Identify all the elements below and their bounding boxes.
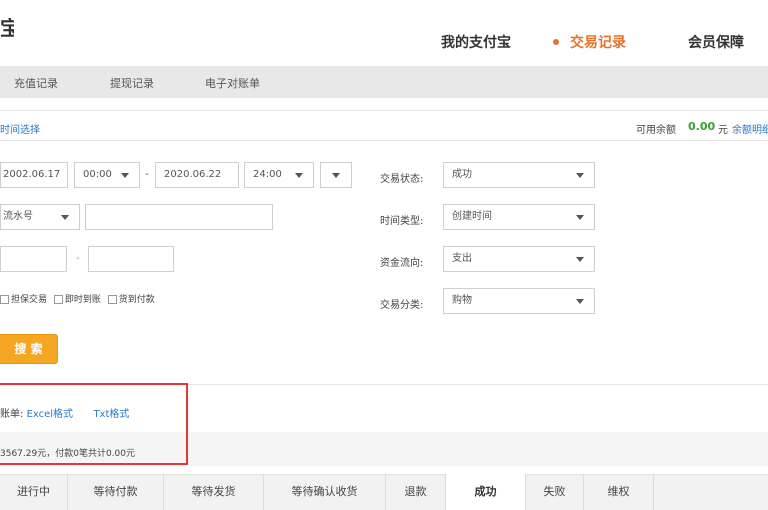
tab-withdraw-records[interactable]: 提现记录 bbox=[110, 75, 154, 91]
chevron-down-icon bbox=[121, 173, 129, 178]
tab-awaiting-shipment[interactable]: 等待发货 bbox=[164, 474, 264, 510]
end-date-input[interactable]: 2020.06.22 bbox=[155, 162, 239, 188]
annotation-highlight-box bbox=[0, 383, 188, 465]
checkbox-label: 即时到账 bbox=[64, 295, 101, 305]
tab-awaiting-payment[interactable]: 等待付款 bbox=[68, 474, 164, 510]
id-value-input[interactable] bbox=[85, 204, 273, 230]
chevron-down-icon bbox=[576, 299, 584, 304]
category-select[interactable]: 购物 bbox=[443, 288, 595, 314]
tab-recharge-records[interactable]: 充值记录 bbox=[14, 75, 58, 91]
checkbox-label: 担保交易 bbox=[11, 295, 48, 305]
category-label: 交易分类: bbox=[380, 300, 424, 311]
fund-flow-label: 资金流向: bbox=[380, 258, 424, 269]
tab-awaiting-receipt[interactable]: 等待确认收货 bbox=[264, 474, 386, 510]
checkbox-box[interactable] bbox=[0, 295, 9, 304]
category-value: 购物 bbox=[452, 295, 472, 306]
start-time-value: 00:00 bbox=[83, 169, 112, 180]
checkbox-instant[interactable]: 即时到账 bbox=[53, 295, 101, 305]
tab-failed[interactable]: 失败 bbox=[526, 474, 584, 510]
search-button[interactable]: 搜 索 bbox=[0, 334, 58, 364]
chevron-down-icon bbox=[576, 173, 584, 178]
trade-type-checkboxes: 担保交易 即时到账 货到付款 bbox=[0, 292, 159, 305]
chevron-down-icon bbox=[295, 173, 303, 178]
time-type-value: 创建时间 bbox=[452, 211, 492, 222]
chevron-down-icon bbox=[61, 215, 69, 220]
checkbox-cod[interactable]: 货到付款 bbox=[107, 295, 155, 305]
amount-separator: - bbox=[76, 253, 80, 264]
checkbox-box[interactable] bbox=[53, 295, 63, 304]
status-label: 交易状态: bbox=[380, 174, 424, 185]
fund-flow-value: 支出 bbox=[452, 253, 472, 264]
checkbox-label: 货到付款 bbox=[118, 295, 155, 305]
tab-in-progress[interactable]: 进行中 bbox=[0, 474, 68, 510]
balance-detail-link[interactable]: 余额明细 bbox=[732, 121, 768, 136]
start-date-input[interactable]: 2002.06.17 bbox=[0, 162, 68, 188]
active-dot-icon bbox=[553, 39, 559, 45]
status-value: 成功 bbox=[452, 169, 472, 180]
chevron-down-icon bbox=[332, 173, 340, 178]
time-type-select[interactable]: 创建时间 bbox=[443, 204, 595, 230]
balance-value: 0.00 bbox=[688, 120, 716, 133]
end-time-value: 24:00 bbox=[253, 169, 282, 180]
balance-label: 可用余额 bbox=[636, 125, 676, 136]
tab-refund[interactable]: 退款 bbox=[386, 474, 446, 510]
checkbox-guarantee[interactable]: 担保交易 bbox=[0, 295, 47, 305]
tab-e-statement[interactable]: 电子对账单 bbox=[205, 75, 260, 91]
end-time-select[interactable]: 24:00 bbox=[244, 162, 314, 188]
nav-transaction-records[interactable]: 交易记录 bbox=[570, 32, 626, 52]
time-select-link[interactable]: 时间选择 bbox=[0, 121, 40, 136]
chevron-down-icon bbox=[576, 257, 584, 262]
amount-max-input[interactable] bbox=[88, 246, 174, 272]
date-separator: - bbox=[145, 169, 149, 180]
status-select[interactable]: 成功 bbox=[443, 162, 595, 188]
amount-min-input[interactable] bbox=[0, 246, 67, 272]
tab-success[interactable]: 成功 bbox=[446, 474, 526, 510]
start-time-select[interactable]: 00:00 bbox=[74, 162, 140, 188]
time-type-label: 时间类型: bbox=[380, 216, 424, 227]
fund-flow-select[interactable]: 支出 bbox=[443, 246, 595, 272]
chevron-down-icon bbox=[576, 215, 584, 220]
nav-member-protection[interactable]: 会员保障 bbox=[688, 32, 744, 52]
id-type-value: 流水号 bbox=[3, 211, 33, 222]
balance-unit: 元 bbox=[718, 125, 728, 136]
nav-my-alipay[interactable]: 我的支付宝 bbox=[441, 32, 511, 52]
checkbox-box[interactable] bbox=[107, 295, 117, 304]
id-type-select[interactable]: 流水号 bbox=[0, 204, 80, 230]
logo[interactable]: 宝 bbox=[0, 18, 14, 48]
more-time-select[interactable] bbox=[320, 162, 352, 188]
tab-rights[interactable]: 维权 bbox=[584, 474, 654, 510]
